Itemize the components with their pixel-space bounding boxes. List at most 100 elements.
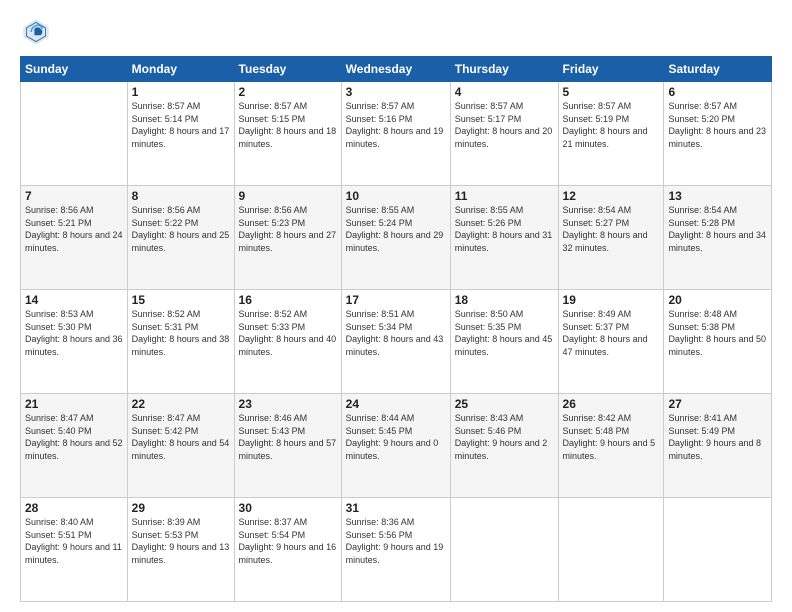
day-number: 20 [668, 293, 767, 307]
calendar-cell: 9Sunrise: 8:56 AMSunset: 5:23 PMDaylight… [234, 186, 341, 290]
day-number: 31 [346, 501, 446, 515]
calendar-cell: 17Sunrise: 8:51 AMSunset: 5:34 PMDayligh… [341, 290, 450, 394]
week-row-1: 1Sunrise: 8:57 AMSunset: 5:14 PMDaylight… [21, 82, 772, 186]
col-header-monday: Monday [127, 57, 234, 82]
day-number: 29 [132, 501, 230, 515]
col-header-saturday: Saturday [664, 57, 772, 82]
day-info: Sunrise: 8:57 AMSunset: 5:16 PMDaylight:… [346, 100, 446, 150]
calendar-cell: 30Sunrise: 8:37 AMSunset: 5:54 PMDayligh… [234, 498, 341, 602]
day-info: Sunrise: 8:46 AMSunset: 5:43 PMDaylight:… [239, 412, 337, 462]
day-info: Sunrise: 8:57 AMSunset: 5:20 PMDaylight:… [668, 100, 767, 150]
day-info: Sunrise: 8:44 AMSunset: 5:45 PMDaylight:… [346, 412, 446, 462]
day-number: 23 [239, 397, 337, 411]
day-number: 18 [455, 293, 554, 307]
calendar-cell [664, 498, 772, 602]
calendar-cell: 12Sunrise: 8:54 AMSunset: 5:27 PMDayligh… [558, 186, 664, 290]
day-number: 14 [25, 293, 123, 307]
calendar-cell: 15Sunrise: 8:52 AMSunset: 5:31 PMDayligh… [127, 290, 234, 394]
day-number: 2 [239, 85, 337, 99]
day-number: 27 [668, 397, 767, 411]
calendar-cell: 11Sunrise: 8:55 AMSunset: 5:26 PMDayligh… [450, 186, 558, 290]
col-header-wednesday: Wednesday [341, 57, 450, 82]
day-info: Sunrise: 8:52 AMSunset: 5:33 PMDaylight:… [239, 308, 337, 358]
day-number: 7 [25, 189, 123, 203]
day-info: Sunrise: 8:43 AMSunset: 5:46 PMDaylight:… [455, 412, 554, 462]
calendar-cell: 20Sunrise: 8:48 AMSunset: 5:38 PMDayligh… [664, 290, 772, 394]
day-number: 16 [239, 293, 337, 307]
day-number: 9 [239, 189, 337, 203]
calendar-cell: 24Sunrise: 8:44 AMSunset: 5:45 PMDayligh… [341, 394, 450, 498]
col-header-sunday: Sunday [21, 57, 128, 82]
header [20, 16, 772, 48]
calendar-cell: 16Sunrise: 8:52 AMSunset: 5:33 PMDayligh… [234, 290, 341, 394]
week-row-5: 28Sunrise: 8:40 AMSunset: 5:51 PMDayligh… [21, 498, 772, 602]
day-info: Sunrise: 8:56 AMSunset: 5:23 PMDaylight:… [239, 204, 337, 254]
col-header-thursday: Thursday [450, 57, 558, 82]
calendar-cell: 26Sunrise: 8:42 AMSunset: 5:48 PMDayligh… [558, 394, 664, 498]
col-header-tuesday: Tuesday [234, 57, 341, 82]
calendar-cell: 1Sunrise: 8:57 AMSunset: 5:14 PMDaylight… [127, 82, 234, 186]
day-info: Sunrise: 8:55 AMSunset: 5:24 PMDaylight:… [346, 204, 446, 254]
day-info: Sunrise: 8:57 AMSunset: 5:15 PMDaylight:… [239, 100, 337, 150]
calendar-cell: 22Sunrise: 8:47 AMSunset: 5:42 PMDayligh… [127, 394, 234, 498]
day-info: Sunrise: 8:47 AMSunset: 5:42 PMDaylight:… [132, 412, 230, 462]
day-info: Sunrise: 8:56 AMSunset: 5:22 PMDaylight:… [132, 204, 230, 254]
day-info: Sunrise: 8:54 AMSunset: 5:27 PMDaylight:… [563, 204, 660, 254]
logo-icon [20, 16, 52, 48]
week-row-3: 14Sunrise: 8:53 AMSunset: 5:30 PMDayligh… [21, 290, 772, 394]
day-number: 22 [132, 397, 230, 411]
day-info: Sunrise: 8:55 AMSunset: 5:26 PMDaylight:… [455, 204, 554, 254]
calendar-cell: 7Sunrise: 8:56 AMSunset: 5:21 PMDaylight… [21, 186, 128, 290]
day-number: 5 [563, 85, 660, 99]
calendar-cell: 19Sunrise: 8:49 AMSunset: 5:37 PMDayligh… [558, 290, 664, 394]
calendar-cell: 29Sunrise: 8:39 AMSunset: 5:53 PMDayligh… [127, 498, 234, 602]
calendar-cell: 23Sunrise: 8:46 AMSunset: 5:43 PMDayligh… [234, 394, 341, 498]
day-number: 4 [455, 85, 554, 99]
day-info: Sunrise: 8:48 AMSunset: 5:38 PMDaylight:… [668, 308, 767, 358]
day-info: Sunrise: 8:40 AMSunset: 5:51 PMDaylight:… [25, 516, 123, 566]
day-info: Sunrise: 8:47 AMSunset: 5:40 PMDaylight:… [25, 412, 123, 462]
calendar-cell: 28Sunrise: 8:40 AMSunset: 5:51 PMDayligh… [21, 498, 128, 602]
calendar-cell: 27Sunrise: 8:41 AMSunset: 5:49 PMDayligh… [664, 394, 772, 498]
day-info: Sunrise: 8:57 AMSunset: 5:19 PMDaylight:… [563, 100, 660, 150]
day-info: Sunrise: 8:54 AMSunset: 5:28 PMDaylight:… [668, 204, 767, 254]
day-number: 3 [346, 85, 446, 99]
calendar-cell: 18Sunrise: 8:50 AMSunset: 5:35 PMDayligh… [450, 290, 558, 394]
day-number: 12 [563, 189, 660, 203]
day-number: 1 [132, 85, 230, 99]
day-info: Sunrise: 8:52 AMSunset: 5:31 PMDaylight:… [132, 308, 230, 358]
day-info: Sunrise: 8:50 AMSunset: 5:35 PMDaylight:… [455, 308, 554, 358]
day-number: 30 [239, 501, 337, 515]
calendar-cell: 14Sunrise: 8:53 AMSunset: 5:30 PMDayligh… [21, 290, 128, 394]
calendar-table: SundayMondayTuesdayWednesdayThursdayFrid… [20, 56, 772, 602]
day-info: Sunrise: 8:42 AMSunset: 5:48 PMDaylight:… [563, 412, 660, 462]
day-number: 10 [346, 189, 446, 203]
day-number: 19 [563, 293, 660, 307]
day-info: Sunrise: 8:36 AMSunset: 5:56 PMDaylight:… [346, 516, 446, 566]
calendar-cell: 13Sunrise: 8:54 AMSunset: 5:28 PMDayligh… [664, 186, 772, 290]
day-info: Sunrise: 8:53 AMSunset: 5:30 PMDaylight:… [25, 308, 123, 358]
day-info: Sunrise: 8:57 AMSunset: 5:14 PMDaylight:… [132, 100, 230, 150]
day-info: Sunrise: 8:41 AMSunset: 5:49 PMDaylight:… [668, 412, 767, 462]
day-number: 13 [668, 189, 767, 203]
day-info: Sunrise: 8:57 AMSunset: 5:17 PMDaylight:… [455, 100, 554, 150]
day-info: Sunrise: 8:37 AMSunset: 5:54 PMDaylight:… [239, 516, 337, 566]
day-info: Sunrise: 8:49 AMSunset: 5:37 PMDaylight:… [563, 308, 660, 358]
calendar-cell [450, 498, 558, 602]
week-row-2: 7Sunrise: 8:56 AMSunset: 5:21 PMDaylight… [21, 186, 772, 290]
day-number: 26 [563, 397, 660, 411]
calendar-cell: 6Sunrise: 8:57 AMSunset: 5:20 PMDaylight… [664, 82, 772, 186]
calendar-header-row: SundayMondayTuesdayWednesdayThursdayFrid… [21, 57, 772, 82]
calendar-cell [558, 498, 664, 602]
day-number: 21 [25, 397, 123, 411]
col-header-friday: Friday [558, 57, 664, 82]
day-number: 28 [25, 501, 123, 515]
day-info: Sunrise: 8:56 AMSunset: 5:21 PMDaylight:… [25, 204, 123, 254]
calendar-cell: 10Sunrise: 8:55 AMSunset: 5:24 PMDayligh… [341, 186, 450, 290]
page: SundayMondayTuesdayWednesdayThursdayFrid… [0, 0, 792, 612]
calendar-cell: 3Sunrise: 8:57 AMSunset: 5:16 PMDaylight… [341, 82, 450, 186]
week-row-4: 21Sunrise: 8:47 AMSunset: 5:40 PMDayligh… [21, 394, 772, 498]
day-info: Sunrise: 8:51 AMSunset: 5:34 PMDaylight:… [346, 308, 446, 358]
calendar-cell: 4Sunrise: 8:57 AMSunset: 5:17 PMDaylight… [450, 82, 558, 186]
calendar-cell: 8Sunrise: 8:56 AMSunset: 5:22 PMDaylight… [127, 186, 234, 290]
